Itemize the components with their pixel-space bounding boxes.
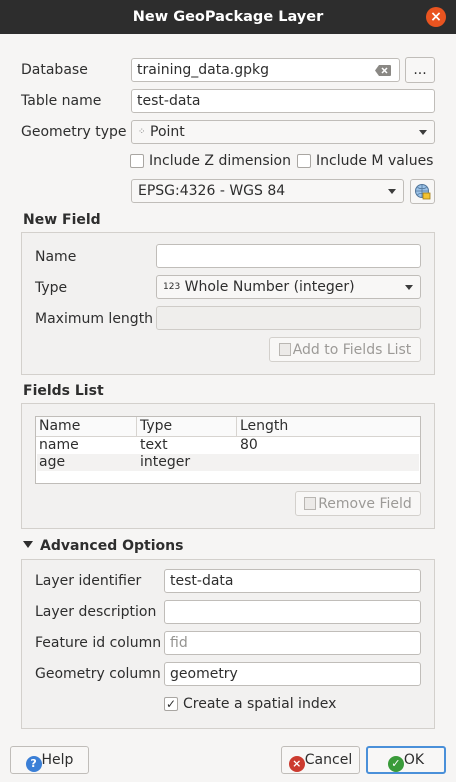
database-field[interactable]: training_data.gpkg — [131, 58, 400, 82]
table-row-1-type[interactable]: text — [137, 437, 168, 454]
window-title: New GeoPackage Layer — [132, 9, 324, 25]
ok-label: OK — [403, 752, 425, 768]
close-button[interactable]: × — [426, 7, 446, 27]
chevron-down-icon — [405, 285, 413, 290]
help-label: Help — [41, 752, 74, 768]
table-row-1-name[interactable]: name — [36, 437, 79, 454]
ok-button[interactable]: ✓ OK — [366, 746, 446, 774]
window-titlebar: New GeoPackage Layer — [0, 0, 456, 34]
feature-id-input[interactable]: fid — [164, 631, 421, 655]
fields-table: Name Type Length name text 80 age intege… — [35, 416, 421, 484]
crs-selector-button[interactable] — [410, 179, 435, 204]
column-header-length[interactable]: Length — [237, 417, 420, 437]
new-field-name-input[interactable] — [156, 244, 421, 268]
crs-select[interactable]: EPSG:4326 - WGS 84 — [131, 179, 404, 203]
table-row-2-name[interactable]: age — [36, 454, 65, 471]
point-geometry-icon: ⁘ — [138, 127, 146, 137]
include-m-checkbox[interactable] — [297, 154, 311, 168]
max-length-input[interactable] — [156, 306, 421, 330]
remove-field-label: Remove Field — [318, 496, 412, 512]
table-row-2-length[interactable] — [237, 454, 240, 471]
table-row-alt-bg — [37, 454, 419, 471]
layer-description-label: Layer description — [35, 604, 157, 620]
cancel-icon: × — [288, 756, 305, 772]
fields-list-title: Fields List — [23, 383, 104, 399]
geometry-type-select[interactable]: ⁘ Point — [131, 120, 435, 144]
include-z-checkbox[interactable] — [130, 154, 144, 168]
remove-field-button[interactable]: Remove Field — [295, 491, 421, 516]
cancel-button[interactable]: × Cancel — [281, 746, 360, 774]
database-value: training_data.gpkg — [137, 62, 269, 78]
geometry-column-value: geometry — [170, 666, 238, 682]
integer-type-icon: 123 — [163, 282, 181, 292]
geometry-type-label: Geometry type — [21, 124, 127, 140]
help-icon: ? — [25, 756, 42, 772]
include-m-label: Include M values — [316, 153, 434, 169]
checkmark-icon: ✓ — [165, 697, 177, 711]
chevron-down-icon — [388, 189, 396, 194]
projection-selector-icon — [415, 184, 431, 200]
layer-identifier-value: test-data — [170, 573, 234, 589]
help-button[interactable]: ? Help — [10, 746, 89, 774]
layer-description-input[interactable] — [164, 600, 421, 624]
geometry-column-label: Geometry column — [35, 666, 161, 682]
table-row-1-length[interactable]: 80 — [237, 437, 258, 454]
max-length-label: Maximum length — [35, 311, 154, 327]
remove-field-icon — [304, 497, 317, 510]
new-field-name-label: Name — [35, 249, 77, 265]
geometry-column-input[interactable]: geometry — [164, 662, 421, 686]
geometry-type-value: Point — [150, 124, 185, 140]
cancel-label: Cancel — [304, 752, 353, 768]
ok-icon: ✓ — [387, 756, 404, 772]
table-name-label: Table name — [21, 93, 102, 109]
close-icon: × — [430, 9, 442, 25]
database-label: Database — [21, 62, 88, 78]
table-row-2-type[interactable]: integer — [137, 454, 190, 471]
spatial-index-checkbox[interactable]: ✓ — [164, 697, 178, 711]
new-field-type-label: Type — [35, 280, 68, 296]
layer-identifier-label: Layer identifier — [35, 573, 142, 589]
table-name-value: test-data — [137, 93, 201, 109]
feature-id-placeholder: fid — [170, 635, 188, 651]
add-to-fields-list-label: Add to Fields List — [292, 342, 412, 358]
advanced-options-toggle[interactable]: Advanced Options — [23, 538, 183, 554]
clear-icon[interactable] — [375, 64, 391, 76]
new-field-type-select[interactable]: 123 Whole Number (integer) — [156, 275, 421, 299]
new-field-type-value: Whole Number (integer) — [184, 279, 355, 295]
table-name-input[interactable]: test-data — [131, 89, 435, 113]
add-field-icon — [278, 343, 291, 356]
layer-identifier-input[interactable]: test-data — [164, 569, 421, 593]
add-to-fields-list-button[interactable]: Add to Fields List — [269, 337, 421, 362]
chevron-down-icon — [419, 130, 427, 135]
crs-value: EPSG:4326 - WGS 84 — [138, 183, 286, 199]
browse-button[interactable]: ... — [405, 57, 435, 83]
new-field-title: New Field — [23, 212, 101, 228]
spatial-index-label: Create a spatial index — [183, 696, 337, 712]
triangle-down-icon — [23, 541, 33, 548]
column-header-type[interactable]: Type — [137, 417, 237, 437]
feature-id-label: Feature id column — [35, 635, 162, 651]
column-header-name[interactable]: Name — [36, 417, 137, 437]
include-z-label: Include Z dimension — [149, 153, 291, 169]
advanced-options-title: Advanced Options — [40, 538, 184, 554]
